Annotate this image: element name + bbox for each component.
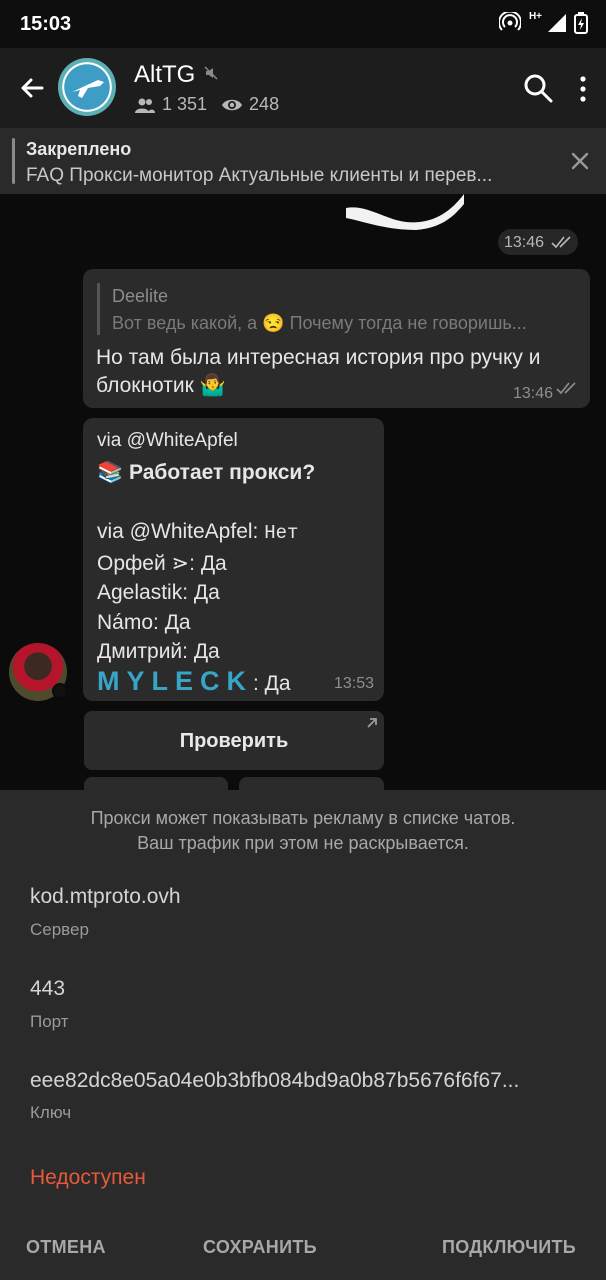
poll-results: via @WhiteApfel: Нет Орфей ⋗: Да Agelast… [97, 517, 298, 698]
notice-line: Прокси может показывать рекламу в списке… [90, 808, 516, 828]
channel-avatar[interactable] [58, 58, 116, 116]
pinned-message-bar[interactable]: Закреплено FAQ Прокси-монитор Актуальные… [0, 128, 606, 194]
result-row: Орфей ⋗: Да [97, 551, 227, 575]
result-value: Да [193, 640, 220, 663]
result-value: Да [193, 581, 220, 604]
result-value: Нет [264, 522, 299, 544]
chat-messages[interactable]: 13:46 Deelite Вот ведь какой, а 😒 Почему… [0, 194, 606, 790]
key-label: Ключ [30, 1103, 72, 1122]
battery-icon [574, 12, 588, 34]
via-bot-label[interactable]: via @WhiteApfel [97, 430, 238, 452]
inline-button[interactable] [239, 777, 384, 790]
pinned-title: Закреплено [26, 139, 132, 159]
chat-title[interactable]: AltTG [134, 61, 195, 89]
more-menu-icon[interactable] [574, 74, 592, 104]
poll-title: 📚 Работает прокси? [97, 461, 316, 484]
result-name: Дмитрий [97, 640, 183, 663]
message-bubble[interactable]: Deelite Вот ведь какой, а 😒 Почему тогда… [83, 269, 590, 408]
result-name: Námo [97, 610, 154, 634]
connect-button[interactable]: ПОДКЛЮЧИТЬ [442, 1237, 576, 1258]
result-name: via @WhiteApfel [97, 520, 253, 543]
save-button[interactable]: СОХРАНИТЬ [203, 1237, 317, 1258]
jet-icon [72, 80, 104, 98]
members-count: 1 351 [162, 94, 208, 114]
proxy-sheet: Прокси может показывать рекламу в списке… [0, 790, 606, 1280]
result-row: Дмитрий: Да [97, 640, 220, 663]
result-name: Agelastik [97, 581, 183, 604]
hotspot-icon [498, 12, 521, 31]
server-value: kod.mtproto.ovh [30, 885, 181, 908]
reply-author[interactable]: Deelite [112, 286, 168, 307]
message-time: 13:46 [513, 385, 554, 402]
avatar-status-dot [52, 683, 68, 699]
reply-indicator [97, 283, 100, 335]
sticker-time: 13:46 [498, 229, 578, 255]
result-row: via @WhiteApfel: Нет [97, 520, 299, 544]
result-name-styled: MYLECK [97, 665, 253, 696]
result-value: Да [264, 671, 291, 695]
inline-button[interactable] [84, 777, 228, 790]
members-icon [135, 98, 155, 113]
poll-message-bubble[interactable]: via @WhiteApfel 📚 Работает прокси? via @… [83, 418, 384, 701]
chat-subtitle: 1 351 248 [134, 94, 279, 115]
cancel-button[interactable]: ОТМЕНА [26, 1237, 106, 1258]
search-icon[interactable] [522, 72, 554, 104]
status-icons: H+ [498, 10, 588, 34]
result-row: Námo: Да [97, 610, 191, 634]
read-ticks-icon [551, 236, 571, 249]
mute-icon [204, 66, 218, 80]
result-row: MYLECK: Да [97, 665, 291, 696]
result-row: Agelastik: Да [97, 581, 220, 604]
external-link-icon [367, 718, 377, 728]
sticker-time-text: 13:46 [504, 234, 545, 251]
status-bar: 15:03 H+ [0, 0, 606, 48]
proxy-notice: Прокси может показывать рекламу в списке… [0, 806, 606, 856]
close-pinned-icon[interactable] [568, 149, 592, 173]
online-count: 248 [249, 94, 280, 114]
result-value: Да [200, 551, 227, 575]
result-value: Да [164, 610, 191, 634]
pinned-text: FAQ Прокси-монитор Актуальные клиенты и … [26, 165, 493, 186]
port-label: Порт [30, 1012, 69, 1031]
back-arrow-icon[interactable] [14, 70, 50, 106]
server-label: Сервер [30, 920, 89, 939]
network-type: H+ [528, 10, 542, 22]
status-time: 15:03 [20, 13, 72, 35]
reply-text[interactable]: Вот ведь какой, а 😒 Почему тогда не гово… [112, 313, 527, 334]
notice-line: Ваш трафик при этом не раскрывается. [137, 833, 469, 853]
eye-icon [222, 99, 243, 110]
port-value: 443 [30, 977, 66, 1000]
sticker[interactable] [346, 194, 464, 230]
check-proxy-button[interactable]: Проверить [84, 711, 384, 770]
pinned-indicator [12, 138, 15, 184]
key-value: eee82dc8e05a04e0b3bfb084bd9a0b87b5676f6f… [30, 1069, 520, 1092]
proxy-status: Недоступен [30, 1166, 146, 1189]
read-ticks-icon [556, 382, 576, 395]
result-name: Орфей ⋗ [97, 551, 190, 575]
message-time: 13:53 [334, 675, 375, 692]
chat-header: AltTG 1 351 248 [0, 48, 606, 128]
signal-icon [548, 14, 566, 32]
